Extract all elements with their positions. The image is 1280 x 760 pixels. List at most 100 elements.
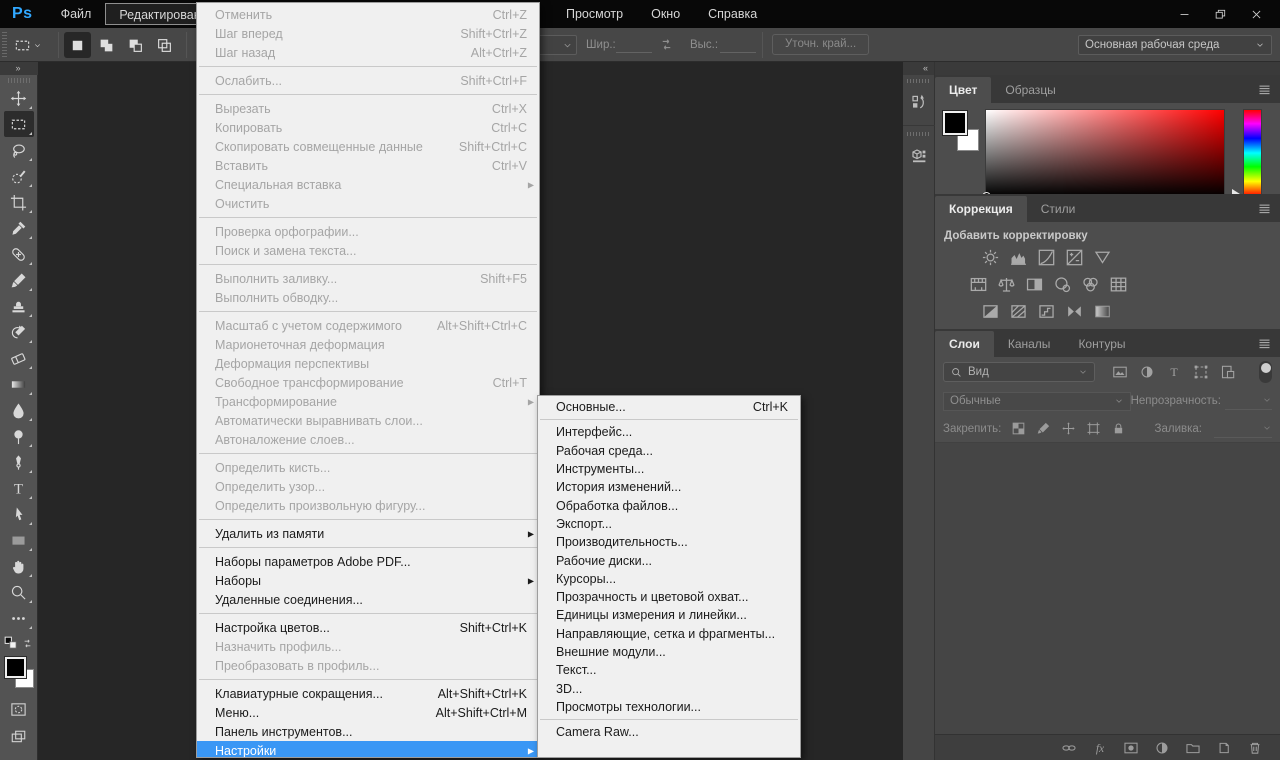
preferences-submenu-item-1[interactable]: Интерфейс... <box>538 423 800 441</box>
adj-photo-filter-icon[interactable] <box>1053 275 1072 294</box>
adj-selective-color-icon[interactable] <box>1093 302 1112 321</box>
edit-menu-item-25[interactable]: Наборы параметров Adobe PDF... <box>197 552 539 571</box>
adj-posterize-icon[interactable] <box>1009 302 1028 321</box>
gradient-tool[interactable] <box>4 371 34 397</box>
adjustment-icon[interactable] <box>1153 739 1171 757</box>
tools-panel-expand[interactable]: » <box>0 62 38 75</box>
select-intersect-button[interactable] <box>151 32 178 58</box>
hand-tool[interactable] <box>4 553 34 579</box>
3d-panel-button[interactable] <box>903 138 935 172</box>
tab-Образцы[interactable]: Образцы <box>991 77 1069 103</box>
height-input[interactable] <box>720 37 756 53</box>
fx-icon[interactable]: fx <box>1091 739 1109 757</box>
preferences-submenu-item-16[interactable]: Просмотры технологии... <box>538 698 800 716</box>
quick-selection-tool[interactable] <box>4 163 34 189</box>
filter-image-icon[interactable] <box>1110 363 1130 381</box>
window-restore-button[interactable] <box>1202 0 1238 28</box>
brush-tool[interactable] <box>4 267 34 293</box>
fill-dropdown[interactable] <box>1214 420 1272 438</box>
shape-tool[interactable] <box>4 527 34 553</box>
options-bar-grip[interactable] <box>2 32 7 58</box>
edit-menu-item-26[interactable]: Наборы▶ <box>197 571 539 590</box>
trash-icon[interactable] <box>1246 739 1264 757</box>
eraser-tool[interactable] <box>4 345 34 371</box>
adj-exposure-icon[interactable] <box>1065 248 1084 267</box>
lock-transparent-icon[interactable] <box>1009 420 1027 438</box>
preferences-submenu-item-10[interactable]: Прозрачность и цветовой охват... <box>538 588 800 606</box>
refine-edge-button[interactable]: Уточн. край... <box>772 34 869 55</box>
adj-threshold-icon[interactable] <box>1037 302 1056 321</box>
zoom-tool[interactable] <box>4 579 34 605</box>
history-panel-button[interactable] <box>903 85 935 119</box>
lock-all-icon[interactable] <box>1109 420 1127 438</box>
adj-color-balance-icon[interactable] <box>997 275 1016 294</box>
new-layer-icon[interactable] <box>1215 739 1233 757</box>
tab-Каналы[interactable]: Каналы <box>994 331 1065 357</box>
panel-menu-icon[interactable] <box>1257 201 1272 216</box>
tab-Стили[interactable]: Стили <box>1027 196 1090 222</box>
preferences-submenu-item-13[interactable]: Внешние модули... <box>538 643 800 661</box>
filter-adjustment-icon[interactable] <box>1137 363 1157 381</box>
workspace-switcher[interactable]: Основная рабочая среда <box>1078 35 1272 55</box>
preferences-submenu-item-0[interactable]: Основные...Ctrl+K <box>538 398 800 416</box>
dock-collapse-button[interactable]: « <box>903 62 934 75</box>
adj-curves-icon[interactable] <box>1037 248 1056 267</box>
adj-gradient-map-icon[interactable] <box>1065 302 1084 321</box>
window-minimize-button[interactable] <box>1166 0 1202 28</box>
edit-menu-item-27[interactable]: Удаленные соединения... <box>197 590 539 609</box>
layer-filter-kind-dropdown[interactable]: Вид <box>943 362 1095 382</box>
preferences-submenu-item-15[interactable]: 3D... <box>538 679 800 697</box>
link-icon[interactable] <box>1060 739 1078 757</box>
tool-preset-picker[interactable] <box>14 33 56 57</box>
tools-panel-grip[interactable] <box>8 78 30 83</box>
tab-Цвет[interactable]: Цвет <box>935 77 991 103</box>
preferences-submenu-item-11[interactable]: Единицы измерения и линейки... <box>538 606 800 624</box>
preferences-submenu-item-12[interactable]: Направляющие, сетка и фрагменты... <box>538 625 800 643</box>
screen-mode-button[interactable] <box>4 725 34 749</box>
foreground-color-swatch[interactable] <box>943 111 967 135</box>
edit-toolbar-button[interactable] <box>4 605 34 631</box>
preferences-submenu-item-14[interactable]: Текст... <box>538 661 800 679</box>
menubar-item[interactable]: Файл <box>47 3 106 25</box>
pen-tool[interactable] <box>4 449 34 475</box>
edit-menu-item-24[interactable]: Удалить из памяти▶ <box>197 524 539 543</box>
tab-Слои[interactable]: Слои <box>935 331 994 357</box>
swap-dimensions-icon[interactable] <box>658 36 675 53</box>
tab-Коррекция[interactable]: Коррекция <box>935 196 1027 222</box>
menubar-item[interactable]: Справка <box>694 3 771 25</box>
adj-black-white-icon[interactable] <box>1025 275 1044 294</box>
lock-artboard-icon[interactable] <box>1084 420 1102 438</box>
preferences-submenu-item-2[interactable]: Рабочая среда... <box>538 442 800 460</box>
adj-vibrance-icon[interactable] <box>1093 248 1112 267</box>
layers-list[interactable] <box>935 443 1280 734</box>
edit-menu-item-28[interactable]: Настройка цветов...Shift+Ctrl+K <box>197 618 539 637</box>
history-brush-tool[interactable] <box>4 319 34 345</box>
clone-stamp-tool[interactable] <box>4 293 34 319</box>
foreground-color-swatch[interactable] <box>5 657 26 678</box>
select-subtract-button[interactable] <box>122 32 149 58</box>
preferences-submenu-item-4[interactable]: История изменений... <box>538 478 800 496</box>
adj-hue-saturation-icon[interactable] <box>969 275 988 294</box>
quick-mask-button[interactable] <box>4 697 34 721</box>
panel-menu-icon[interactable] <box>1257 336 1272 351</box>
filter-smartobject-icon[interactable] <box>1218 363 1238 381</box>
adj-channel-mixer-icon[interactable] <box>1081 275 1100 294</box>
edit-menu-item-32[interactable]: Меню...Alt+Shift+Ctrl+M <box>197 703 539 722</box>
preferences-submenu-item-7[interactable]: Производительность... <box>538 533 800 551</box>
filter-shape-icon[interactable] <box>1191 363 1211 381</box>
edit-menu-item-33[interactable]: Панель инструментов... <box>197 722 539 741</box>
lock-pixels-icon[interactable] <box>1034 420 1052 438</box>
select-new-button[interactable] <box>64 32 91 58</box>
select-add-button[interactable] <box>93 32 120 58</box>
edit-menu-item-31[interactable]: Клавиатурные сокращения...Alt+Shift+Ctrl… <box>197 684 539 703</box>
type-tool[interactable]: T <box>4 475 34 501</box>
healing-brush-tool[interactable] <box>4 241 34 267</box>
hue-ramp[interactable] <box>1243 109 1262 197</box>
default-colors-icon[interactable] <box>4 636 18 650</box>
saturation-brightness-field[interactable] <box>985 109 1225 197</box>
rectangular-marquee-tool[interactable] <box>4 111 34 137</box>
mask-icon[interactable] <box>1122 739 1140 757</box>
adj-color-lookup-icon[interactable] <box>1109 275 1128 294</box>
lock-position-icon[interactable] <box>1059 420 1077 438</box>
group-icon[interactable] <box>1184 739 1202 757</box>
